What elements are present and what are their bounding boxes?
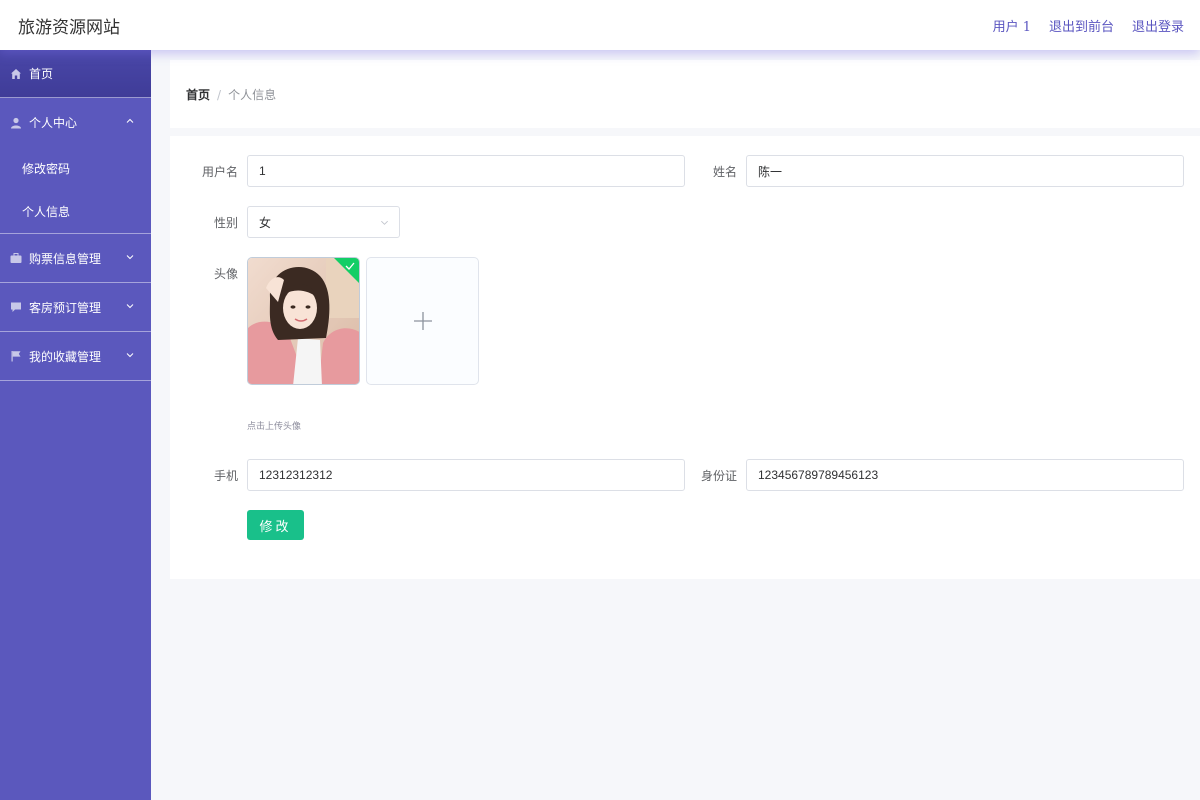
gender-label: 性别 <box>213 216 238 230</box>
chevron-down-icon <box>126 255 134 260</box>
header-links: 用户 1 退出到前台 退出登录 <box>993 16 1184 35</box>
avatar-label: 头像 <box>213 267 238 281</box>
avatar-photo <box>248 258 359 384</box>
chevron-down-icon <box>126 353 134 358</box>
sidebar-item-label: 首页 <box>29 67 54 81</box>
id-card-input[interactable]: 123456789789456123 <box>746 459 1184 491</box>
flag-icon <box>10 350 22 362</box>
avatar-image[interactable] <box>247 257 360 385</box>
sidebar-item-label: 我的收藏管理 <box>29 349 102 364</box>
breadcrumb: 首页 / 个人信息 <box>186 86 276 103</box>
user-link[interactable]: 用户 1 <box>993 16 1031 35</box>
site-title: 旅游资源网站 <box>18 18 120 38</box>
sidebar-item-room-booking[interactable]: 客房预订管理 <box>0 283 151 332</box>
upload-hint: 点击上传头像 <box>247 422 302 432</box>
name-label: 姓名 <box>712 165 737 179</box>
username-label: 用户名 <box>201 165 238 179</box>
sidebar-item-favorites[interactable]: 我的收藏管理 <box>0 332 151 381</box>
phone-input[interactable]: 12312312312 <box>247 459 685 491</box>
user-icon <box>10 117 22 129</box>
id-card-label: 身份证 <box>700 469 737 483</box>
sidebar-group-personal: 个人中心 修改密码 个人信息 <box>0 98 151 234</box>
avatar-upload-button[interactable] <box>366 257 479 385</box>
plus-icon <box>413 312 432 330</box>
chat-icon <box>10 301 22 313</box>
id-card-value: 123456789789456123 <box>758 468 879 482</box>
sidebar-item-home[interactable]: 首页 <box>0 50 151 98</box>
username-value: 1 <box>259 164 266 178</box>
sidebar-subitem-change-password[interactable]: 修改密码 <box>0 147 151 190</box>
phone-value: 12312312312 <box>259 468 333 482</box>
name-value: 陈一 <box>758 164 783 179</box>
breadcrumb-current: 个人信息 <box>228 88 277 102</box>
modify-button[interactable]: 修改 <box>247 510 304 540</box>
sidebar-item-label: 购票信息管理 <box>29 251 102 266</box>
sidebar-item-label: 个人中心 <box>29 116 78 130</box>
sidebar-item-ticket-management[interactable]: 购票信息管理 <box>0 234 151 283</box>
chevron-down-icon <box>126 304 134 309</box>
logout-link[interactable]: 退出登录 <box>1132 16 1184 35</box>
name-input[interactable]: 陈一 <box>746 155 1184 187</box>
sidebar-item-label: 客房预订管理 <box>29 300 102 315</box>
sidebar-subitem-personal-info[interactable]: 个人信息 <box>0 190 151 233</box>
phone-label: 手机 <box>213 469 238 483</box>
profile-form: 用户名 1 姓名 陈一 性别 女 头像 点击上传头像 手机 1231231231… <box>170 136 1200 579</box>
sidebar: 首页 个人中心 修改密码 个人信息 购票信息管理 客房预订管理 我的收藏管理 <box>0 50 151 800</box>
chevron-up-icon <box>126 118 134 123</box>
gender-select[interactable]: 女 <box>247 206 400 238</box>
breadcrumb-home[interactable]: 首页 <box>186 86 210 103</box>
back-to-frontend-link[interactable]: 退出到前台 <box>1049 16 1114 35</box>
briefcase-icon <box>10 252 22 264</box>
home-icon <box>10 68 22 80</box>
gender-value: 女 <box>259 215 272 230</box>
breadcrumb-separator: / <box>217 87 222 102</box>
sidebar-item-personal-center[interactable]: 个人中心 <box>0 98 151 147</box>
chevron-down-icon <box>381 220 388 225</box>
breadcrumb-card: 首页 / 个人信息 <box>170 60 1200 128</box>
check-icon <box>345 262 355 270</box>
username-input[interactable]: 1 <box>247 155 685 187</box>
top-header: 旅游资源网站 用户 1 退出到前台 退出登录 <box>0 0 1200 50</box>
